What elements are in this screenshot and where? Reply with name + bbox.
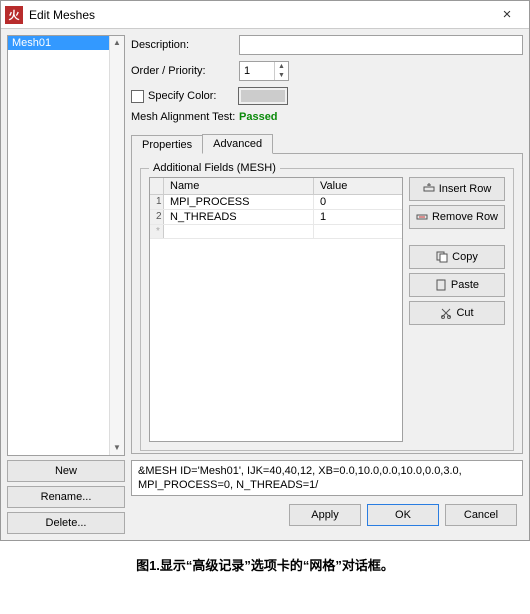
additional-fields-group: Additional Fields (MESH) Name Value 1 xyxy=(140,168,514,451)
remove-row-button[interactable]: Remove Row xyxy=(409,205,505,229)
chevron-down-icon[interactable]: ▼ xyxy=(110,441,124,455)
mesh-align-status: Passed xyxy=(239,111,278,123)
table-row-new[interactable]: * xyxy=(150,225,402,239)
description-input[interactable] xyxy=(239,35,523,55)
figure-caption: 图1.显示“高级记录”选项卡的“网格”对话框。 xyxy=(0,555,530,574)
cell-value[interactable]: 0 xyxy=(314,195,402,209)
col-header-name[interactable]: Name xyxy=(164,178,314,194)
preview-text: &MESH ID='Mesh01', IJK=40,40,12, XB=0.0,… xyxy=(131,460,523,496)
description-label: Description: xyxy=(131,39,239,51)
fields-table[interactable]: Name Value 1 MPI_PROCESS 0 2 xyxy=(149,177,403,442)
specify-color-checkbox[interactable] xyxy=(131,90,144,103)
list-item[interactable]: Mesh01 xyxy=(8,36,124,50)
specify-color-label: Specify Color: xyxy=(148,90,216,102)
spinner-down-icon[interactable]: ▼ xyxy=(275,71,288,80)
tab-properties[interactable]: Properties xyxy=(131,135,203,154)
color-well[interactable] xyxy=(238,87,288,105)
col-header-value[interactable]: Value xyxy=(314,178,402,194)
copy-button[interactable]: Copy xyxy=(409,245,505,269)
cell-name[interactable]: MPI_PROCESS xyxy=(164,195,314,209)
cell-value[interactable]: 1 xyxy=(314,210,402,224)
row-index: 2 xyxy=(150,210,164,224)
cell-name[interactable]: N_THREADS xyxy=(164,210,314,224)
apply-button[interactable]: Apply xyxy=(289,504,361,526)
new-button[interactable]: New xyxy=(7,460,125,482)
copy-icon xyxy=(436,251,448,263)
app-icon: 火 xyxy=(5,6,23,24)
remove-row-icon xyxy=(416,211,428,223)
row-index: 1 xyxy=(150,195,164,209)
mesh-list[interactable]: Mesh01 ▲ ▼ xyxy=(7,35,125,456)
rename-button[interactable]: Rename... xyxy=(7,486,125,508)
cancel-button[interactable]: Cancel xyxy=(445,504,517,526)
table-row[interactable]: 1 MPI_PROCESS 0 xyxy=(150,195,402,210)
order-value: 1 xyxy=(240,65,274,77)
cut-icon xyxy=(440,307,452,319)
row-index: * xyxy=(150,225,164,238)
order-spinner[interactable]: 1 ▲ ▼ xyxy=(239,61,289,81)
cut-button[interactable]: Cut xyxy=(409,301,505,325)
table-row[interactable]: 2 N_THREADS 1 xyxy=(150,210,402,225)
delete-button[interactable]: Delete... xyxy=(7,512,125,534)
window-title: Edit Meshes xyxy=(29,8,489,22)
paste-button[interactable]: Paste xyxy=(409,273,505,297)
dialog-window: 火 Edit Meshes × Mesh01 ▲ ▼ New Rename...… xyxy=(0,0,530,541)
group-label: Additional Fields (MESH) xyxy=(149,162,280,174)
ok-button[interactable]: OK xyxy=(367,504,439,526)
insert-row-button[interactable]: Insert Row xyxy=(409,177,505,201)
row-header-corner xyxy=(150,178,164,194)
scrollbar[interactable]: ▲ ▼ xyxy=(109,36,124,455)
close-icon[interactable]: × xyxy=(489,3,525,27)
order-label: Order / Priority: xyxy=(131,65,239,77)
paste-icon xyxy=(435,279,447,291)
spinner-up-icon[interactable]: ▲ xyxy=(275,62,288,71)
mesh-align-label: Mesh Alignment Test: xyxy=(131,111,239,123)
tab-advanced[interactable]: Advanced xyxy=(202,134,273,154)
titlebar: 火 Edit Meshes × xyxy=(1,1,529,29)
insert-row-icon xyxy=(423,183,435,195)
chevron-up-icon[interactable]: ▲ xyxy=(110,36,124,50)
